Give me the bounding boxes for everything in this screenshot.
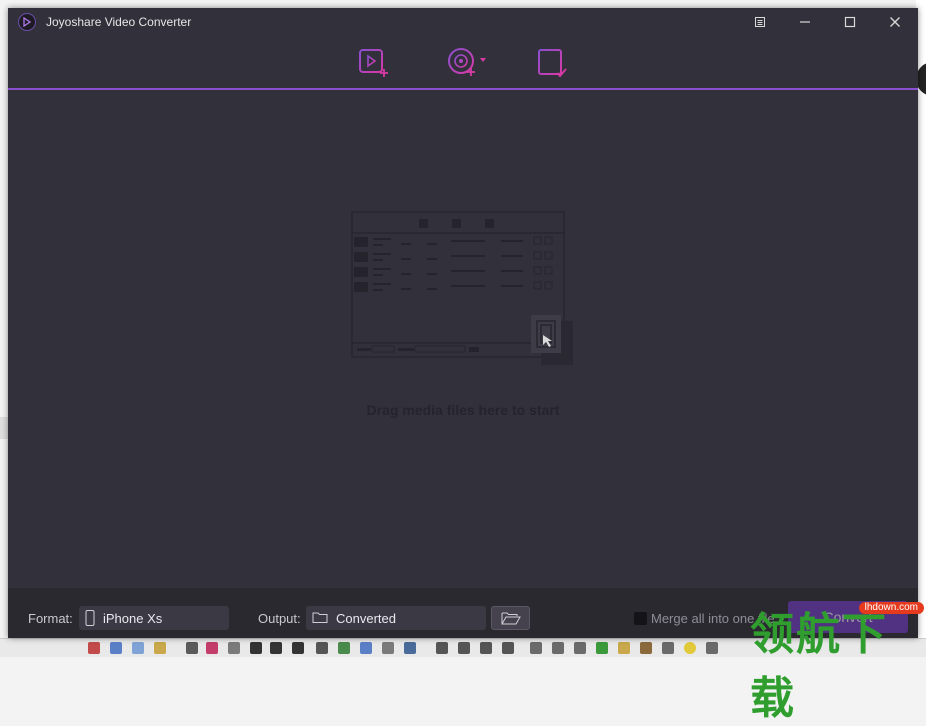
main-toolbar (8, 36, 918, 90)
watermark-site: lhdown.com (858, 602, 924, 614)
background-tool-icon (640, 642, 652, 654)
add-video-button[interactable] (356, 47, 392, 81)
background-tool-icon (596, 642, 608, 654)
background-tool-icon (404, 642, 416, 654)
background-tool-icon (480, 642, 492, 654)
background-tool-icon (270, 642, 282, 654)
conversion-history-button[interactable] (536, 47, 572, 81)
background-tool-icon (502, 642, 514, 654)
background-tool-icon (338, 642, 350, 654)
drag-hint: Drag media files here to start (366, 402, 560, 418)
close-icon[interactable] (884, 12, 906, 32)
site-watermark: 领航下载 lhdown.com (742, 598, 926, 724)
watermark-text: 领航下载 (750, 609, 888, 724)
app-window: Joyoshare Video Converter Drag media fil… (8, 8, 918, 638)
background-tool-icon (228, 642, 240, 654)
background-tool-icon (684, 642, 696, 654)
background-tool-icon (154, 642, 166, 654)
drag-media-illustration (351, 211, 573, 365)
maximize-icon[interactable] (839, 12, 861, 32)
menu-icon[interactable] (749, 12, 771, 32)
output-label: Output: (258, 611, 301, 626)
background-tool-icon (250, 642, 262, 654)
background-tool-icon (530, 642, 542, 654)
format-value: iPhone Xs (103, 611, 163, 626)
add-video-icon (359, 49, 388, 77)
background-tool-icon (206, 642, 218, 654)
window-title: Joyoshare Video Converter (46, 15, 192, 29)
conversion-history-icon (538, 49, 567, 78)
format-label: Format: (28, 611, 73, 626)
background-tool-icon (574, 642, 586, 654)
app-logo-icon (18, 13, 36, 31)
open-folder-icon (501, 612, 521, 625)
background-tool-icon (132, 642, 144, 654)
background-tool-icon (458, 642, 470, 654)
minimize-icon[interactable] (794, 12, 816, 32)
title-bar: Joyoshare Video Converter (8, 8, 918, 36)
background-tool-icon (316, 642, 328, 654)
background-tool-icon (706, 642, 718, 654)
background-tool-icon (360, 642, 372, 654)
background-tool-icon (618, 642, 630, 654)
background-tool-icon (110, 642, 122, 654)
background-tool-icon (552, 642, 564, 654)
load-dvd-button[interactable] (444, 47, 492, 81)
background-scroll-fragment (0, 417, 8, 439)
background-tool-icon (292, 642, 304, 654)
merge-checkbox[interactable] (634, 612, 647, 625)
format-selector[interactable]: iPhone Xs (79, 606, 229, 630)
background-tool-icon (88, 642, 100, 654)
output-folder-field[interactable]: Converted (306, 606, 486, 630)
background-tool-icon (436, 642, 448, 654)
background-tool-icon (186, 642, 198, 654)
load-dvd-icon (448, 48, 486, 76)
drop-zone[interactable]: Drag media files here to start (8, 90, 918, 588)
browse-folder-button[interactable] (491, 606, 530, 630)
phone-icon (85, 610, 95, 629)
folder-icon (312, 610, 328, 627)
output-value: Converted (336, 611, 396, 626)
background-tool-icon (382, 642, 394, 654)
background-tool-icon (662, 642, 674, 654)
